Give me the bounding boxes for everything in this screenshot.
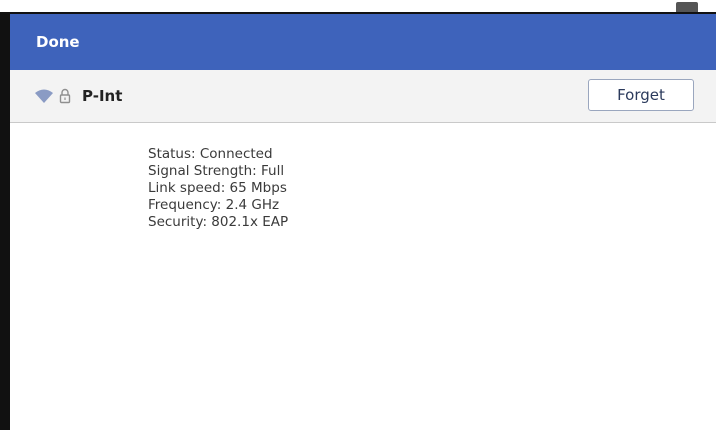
wifi-details-screen: Done P-Int Forget Status: Connected Sign… bbox=[0, 0, 716, 430]
forget-button[interactable]: Forget bbox=[588, 79, 694, 111]
lock-icon bbox=[58, 88, 72, 104]
wifi-icon bbox=[34, 88, 54, 104]
corner-mark bbox=[676, 2, 698, 12]
network-name: P-Int bbox=[82, 87, 123, 105]
signal-strength-text: Signal Strength: Full bbox=[148, 163, 285, 179]
frequency-text: Frequency: 2.4 GHz bbox=[148, 197, 280, 213]
security-text: Security: 802.1x EAP bbox=[148, 214, 289, 230]
connection-details: Status: Connected Signal Strength: Full … bbox=[148, 146, 288, 231]
link-speed-text: Link speed: 65 Mbps bbox=[148, 180, 287, 196]
network-bar: P-Int Forget bbox=[10, 70, 716, 123]
status-text: Status: Connected bbox=[148, 146, 273, 162]
header-bar: Done bbox=[10, 14, 716, 70]
top-edge bbox=[0, 0, 716, 14]
left-bezel bbox=[0, 12, 10, 430]
done-button[interactable]: Done bbox=[36, 33, 80, 51]
